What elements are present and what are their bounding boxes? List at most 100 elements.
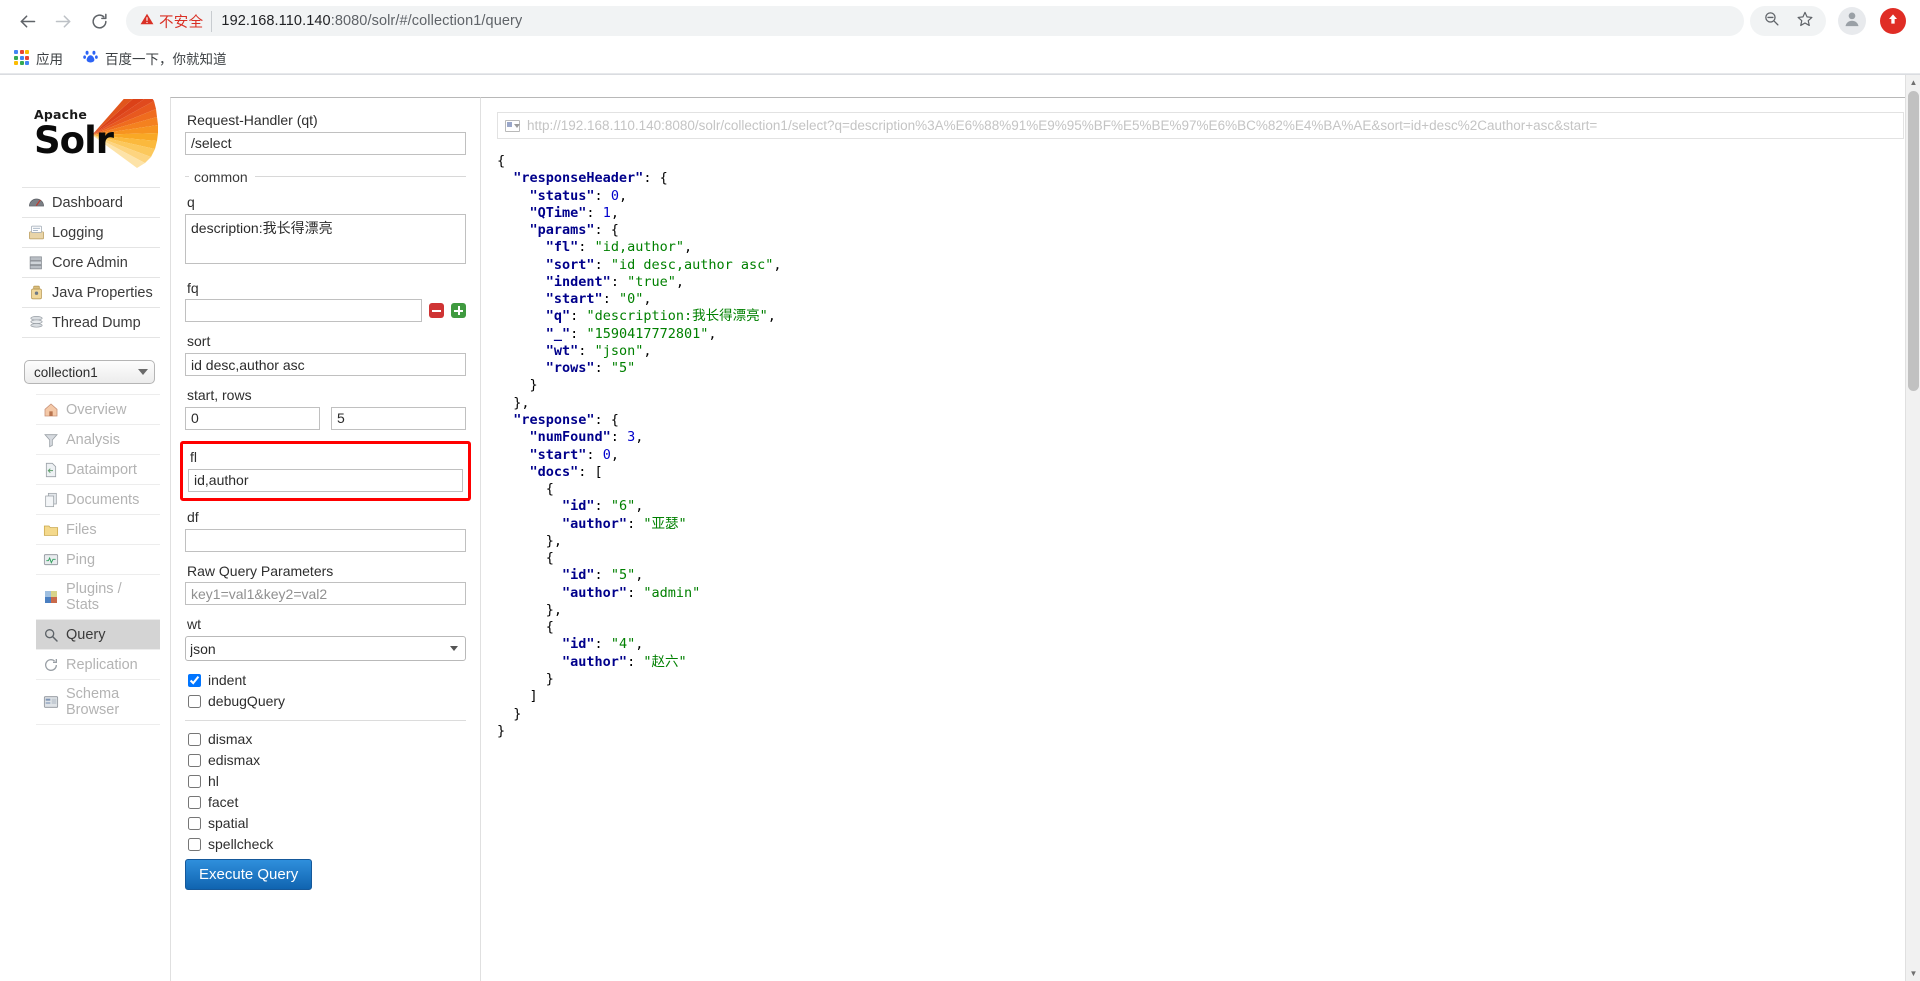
debugquery-checkbox-row[interactable]: debugQuery [188,693,466,709]
sidebar-item-logging[interactable]: Logging [22,218,160,248]
bookmark-button[interactable] [1790,6,1820,36]
scroll-down-arrow[interactable]: ▼ [1906,966,1920,981]
spatial-checkbox[interactable] [188,816,201,830]
browser-toolbar: 不安全 192.168.110.140:8080/solr/#/collecti… [0,0,1920,42]
sidebar-item-java-properties[interactable]: Java Properties [22,278,160,308]
fq-label: fq [187,279,199,296]
profile-button[interactable] [1838,7,1866,35]
star-icon [1796,10,1814,33]
replication-refresh-icon [42,656,59,673]
sidebar-item-documents[interactable]: Documents [36,485,160,515]
sidebar-item-plugins-stats[interactable]: Plugins / Stats [36,575,160,620]
request-handler-field: Request-Handler (qt) [185,112,466,155]
bookmark-apps[interactable]: 应用 [14,48,63,68]
facet-checkbox[interactable] [188,795,201,809]
execute-query-button[interactable]: Execute Query [185,859,313,891]
facet-checkbox-row[interactable]: facet [188,794,466,810]
sidebar-item-analysis[interactable]: Analysis [36,425,160,455]
sort-input[interactable] [185,353,466,377]
indent-checkbox[interactable] [188,673,201,687]
spatial-label: spatial [208,815,249,832]
bookmark-baidu[interactable]: 百度一下，你就知道 [83,48,227,68]
fl-input[interactable] [188,468,463,492]
start-input[interactable] [185,406,320,430]
sidebar-item-schema-browser[interactable]: Schema Browser [36,680,160,725]
spellcheck-checkbox[interactable] [188,837,201,851]
address-bar[interactable]: 不安全 192.168.110.140:8080/solr/#/collecti… [126,6,1744,36]
bookmark-apps-label: 应用 [36,51,63,67]
dataimport-page-icon [42,461,59,478]
security-label: 不安全 [159,14,204,31]
start-rows-label: start, rows [187,387,252,404]
dismax-checkbox[interactable] [188,732,201,746]
url-host: 192.168.110.140 [221,13,331,29]
sidebar-item-core-admin[interactable]: Core Admin [22,248,160,278]
ping-monitor-icon [42,551,59,568]
sidebar-item-overview[interactable]: Overview [36,394,160,425]
result-url-bar[interactable]: http://192.168.110.140:8080/solr/collect… [497,112,1904,139]
sidebar-item-files[interactable]: Files [36,515,160,545]
json-response: { "responseHeader": { "status": 0, "QTim… [497,153,782,739]
page-content: Apache Solr Dashboard Logging Core Admin… [0,75,1920,981]
sidebar-item-dashboard[interactable]: Dashboard [22,187,160,218]
security-chip[interactable]: 不安全 [140,10,213,32]
core-nav: Overview Analysis Dataimport Documents F… [36,394,160,725]
back-arrow-icon [17,11,38,32]
analysis-funnel-icon [42,431,59,448]
df-label: df [187,508,199,525]
sidebar-item-label: Schema Browser [66,686,120,718]
core-selector[interactable]: collection1 [24,360,155,384]
plus-button-icon[interactable] [451,303,466,319]
hl-checkbox[interactable] [188,774,201,788]
forward-button[interactable] [46,4,80,38]
main-nav: Dashboard Logging Core Admin Java Proper… [22,187,160,338]
back-button[interactable] [10,4,44,38]
sidebar-item-thread-dump[interactable]: Thread Dump [22,308,160,338]
reload-button[interactable] [82,4,116,38]
sidebar-item-replication[interactable]: Replication [36,650,160,680]
sidebar-item-dataimport[interactable]: Dataimport [36,455,160,485]
fq-field: fq [185,280,466,323]
df-field: df [185,509,466,552]
indent-label: indent [208,672,247,689]
sidebar-item-query[interactable]: Query [36,620,160,650]
wt-select[interactable]: jsonxmlpythonrubyphpcsv [185,636,466,662]
zoom-button[interactable] [1756,6,1786,36]
core-admin-stack-icon [28,254,45,271]
spatial-checkbox-row[interactable]: spatial [188,815,466,831]
fl-field-highlight: fl [180,440,471,501]
request-handler-label: Request-Handler (qt) [187,112,318,128]
sidebar-item-label: Core Admin [52,254,128,271]
rows-input[interactable] [331,406,466,430]
df-input[interactable] [185,528,466,552]
sidebar-item-label: Files [66,521,97,538]
sidebar-item-label: Documents [66,491,140,508]
request-handler-input[interactable] [185,131,466,155]
chevron-down-icon [138,369,148,375]
extension-button[interactable] [1880,8,1906,34]
debugquery-label: debugQuery [208,693,286,710]
scroll-up-arrow[interactable]: ▲ [1906,75,1920,90]
sidebar-item-label: Ping [66,551,96,568]
solr-wordmark: Apache Solr [34,108,114,158]
spellcheck-checkbox-row[interactable]: spellcheck [188,836,466,852]
hl-checkbox-row[interactable]: hl [188,773,466,789]
scrollbar-thumb[interactable] [1908,91,1919,391]
solr-logo[interactable]: Apache Solr [22,85,160,175]
dismax-checkbox-row[interactable]: dismax [188,731,466,747]
dismax-label: dismax [208,731,253,748]
java-properties-jar-icon [28,284,45,301]
minus-button-icon[interactable] [429,303,444,319]
divider [185,720,466,722]
raw-query-input[interactable] [185,582,466,606]
q-input[interactable]: description:我长得漂亮 [185,213,466,264]
debugquery-checkbox[interactable] [188,694,201,708]
page-scrollbar[interactable]: ▲ ▼ [1905,75,1920,981]
sidebar-item-ping[interactable]: Ping [36,545,160,575]
edismax-checkbox-row[interactable]: edismax [188,752,466,768]
zoom-out-icon [1763,10,1780,32]
edismax-checkbox[interactable] [188,753,201,767]
forward-arrow-icon [53,11,74,32]
indent-checkbox-row[interactable]: indent [188,672,466,688]
fq-input[interactable] [185,299,422,323]
